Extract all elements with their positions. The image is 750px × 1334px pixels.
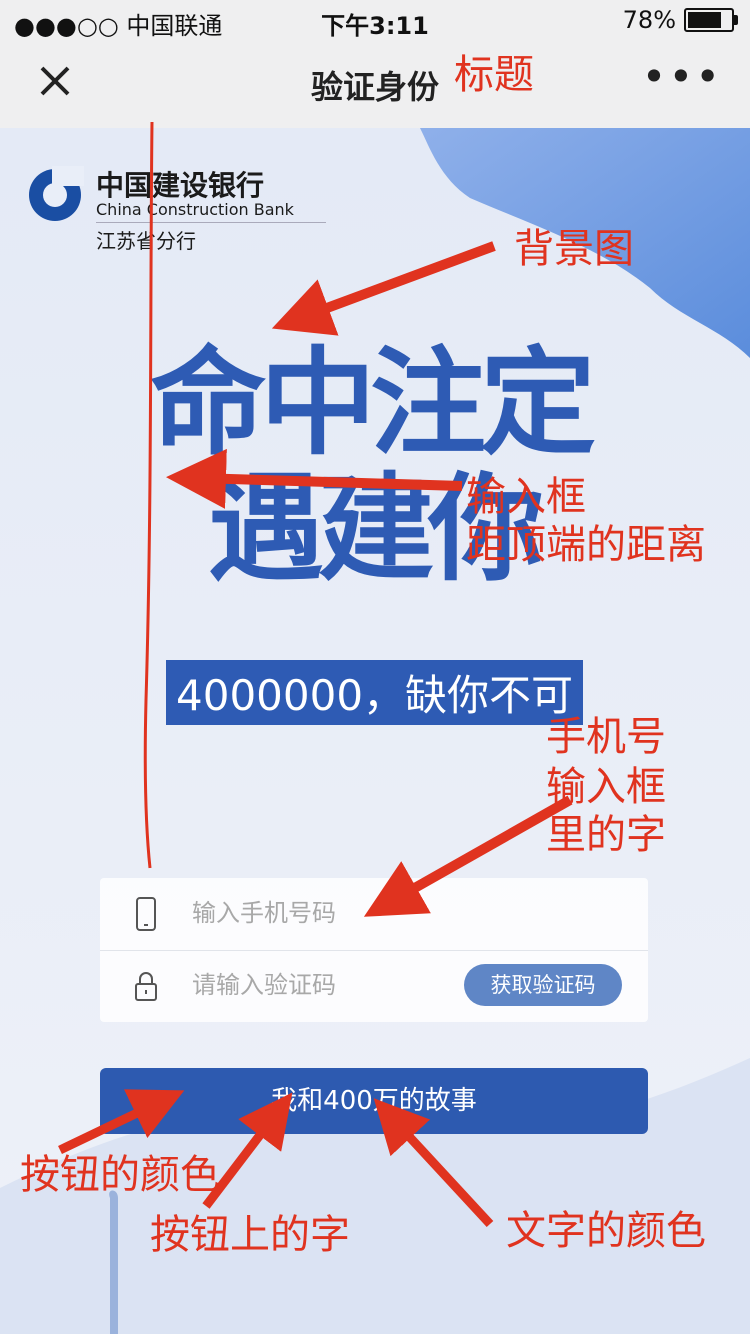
headline-line-1: 命中注定 [150,335,596,471]
tagline: 4000000，缺你不可 [166,660,584,725]
annotation-button-color: 按钮的颜色 [20,1152,220,1198]
page-title: 验证身份 [310,68,439,106]
annotation-background: 背景图 [514,226,634,272]
annotation-text-color: 文字的颜色 [506,1208,706,1254]
battery-indicator: 78% [622,6,738,34]
bank-name-cn: 中国建设银行 [96,169,265,202]
submit-button[interactable]: 我和400万的故事 [100,1068,648,1134]
ccb-logo-icon [29,166,84,221]
bank-logo: 中国建设银行 China Construction Bank 江苏省分行 [26,162,356,254]
branch-name: 江苏省分行 [96,222,326,254]
phone-input[interactable] [190,892,464,934]
annotation-phone-text-3: 里的字 [546,812,666,858]
battery-percent: 78% [622,6,676,34]
get-code-button[interactable]: 获取验证码 [464,964,622,1006]
battery-icon [684,8,738,32]
more-icon[interactable]: ••• [642,56,722,98]
code-input[interactable] [190,964,464,1006]
status-bar: ●●●○○ 中国联通 下午3:11 78% [0,0,750,40]
annotation-button-text: 按钮上的字 [150,1212,350,1258]
annotation-input-offset-2: 距顶端的距离 [466,522,706,568]
annotation-title: 标题 [454,52,534,98]
phone-icon [136,897,156,931]
bank-name-en: China Construction Bank [96,200,294,219]
battery-fill [688,12,721,28]
navbar: 验证身份 ••• [0,40,750,128]
lock-icon [135,972,157,1001]
phone-row [100,878,648,951]
login-form: 获取验证码 [100,878,648,1022]
code-row: 获取验证码 [100,950,648,1022]
